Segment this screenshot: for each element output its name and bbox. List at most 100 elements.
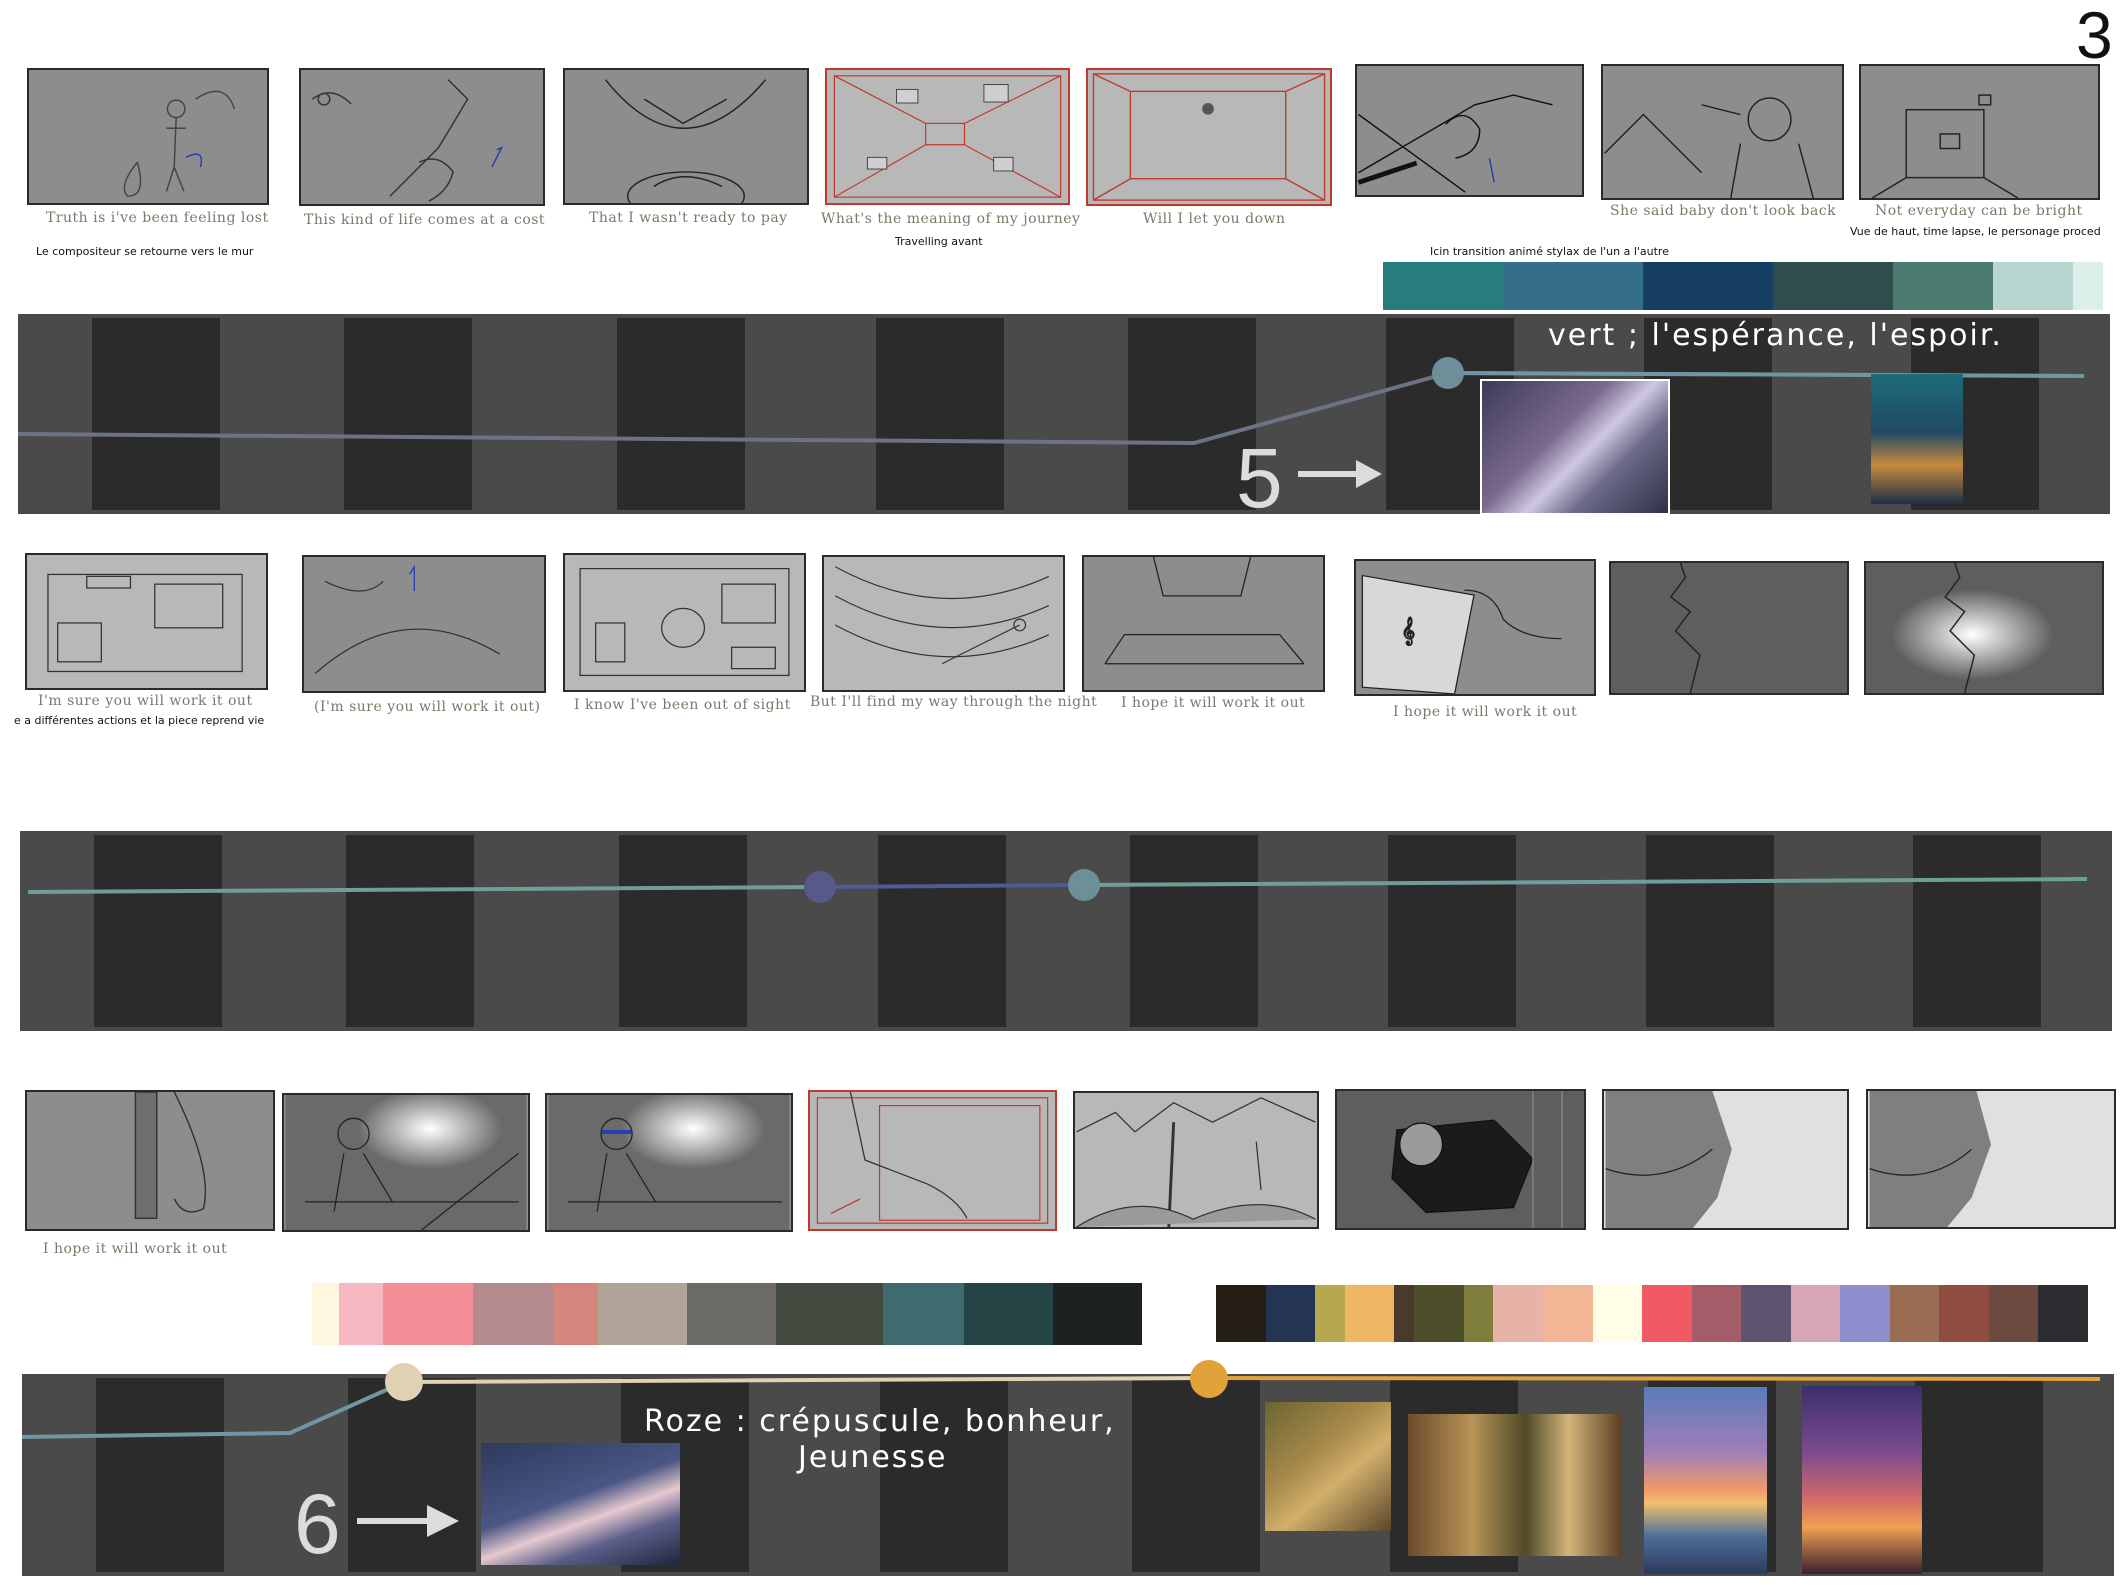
storyboard-frame-11[interactable] [563, 553, 806, 692]
storyboard-frame-15[interactable] [1609, 561, 1849, 695]
act-number-6: 6 [294, 1477, 341, 1571]
palette-swatch [1463, 1285, 1494, 1342]
note-compositeur: Le compositeur se retourne vers le mur [36, 245, 254, 258]
caption-7: Not everyday can be bright [1875, 203, 2083, 219]
page-number: 3 [2076, 0, 2113, 72]
palette-swatch [1315, 1285, 1345, 1342]
reference-image-sunset-tree[interactable] [1802, 1386, 1922, 1574]
caption-13: I hope it will work it out [1393, 704, 1578, 720]
timeline-node[interactable] [1432, 357, 1464, 389]
reference-image-forest-characters[interactable] [1265, 1402, 1391, 1531]
storyboard-frame-23[interactable] [1602, 1089, 1849, 1230]
caption-8: I'm sure you will work it out [38, 693, 253, 709]
note-vue: Vue de haut, time lapse, le personage pr… [1850, 225, 2101, 238]
palette-swatch [1216, 1285, 1266, 1342]
storyboard-frame-1[interactable] [27, 68, 269, 205]
reference-image-guitar-room[interactable] [481, 1443, 680, 1565]
storyboard-frame-16[interactable] [1864, 561, 2104, 695]
palette-swatch [1643, 262, 1773, 310]
storyboard-frame-24[interactable] [1866, 1089, 2116, 1229]
note-transition: Icin transition animé stylax de l'un a l… [1430, 245, 1669, 258]
caption-11: But I'll find my way through the night [810, 694, 1098, 710]
reference-image-underwater[interactable] [1871, 374, 1963, 504]
palette-swatch [2038, 1285, 2089, 1342]
theme-text-roze-2: Jeunesse [798, 1440, 948, 1475]
storyboard-frame-2[interactable] [299, 68, 545, 206]
palette-swatch [963, 1283, 1053, 1345]
caption-6: She said baby don't look back [1610, 203, 1837, 219]
storyboard-frame-19[interactable] [545, 1093, 793, 1232]
palette-swatch [1691, 1285, 1742, 1342]
caption-10: I know I've been out of sight [574, 697, 791, 713]
storyboard-frame-18[interactable] [282, 1093, 530, 1232]
arrow-right-icon [357, 1505, 459, 1537]
timeline-band-2 [20, 831, 2112, 1031]
palette-warm [1216, 1285, 2089, 1342]
palette-swatch [1790, 1285, 1841, 1342]
storyboard-frame-6[interactable] [1355, 64, 1584, 197]
storyboard-frame-20[interactable] [808, 1090, 1057, 1231]
caption-9: (I'm sure you will work it out) [314, 699, 541, 715]
arrow-right-icon [1298, 460, 1382, 488]
palette-swatch [1394, 1285, 1415, 1342]
storyboard-frame-9[interactable] [25, 553, 268, 690]
storyboard-frame-5[interactable] [1086, 68, 1332, 206]
palette-rose [312, 1283, 1143, 1345]
palette-swatch [1414, 1285, 1464, 1342]
palette-swatch [1993, 262, 2073, 310]
storyboard-frame-4[interactable] [825, 68, 1070, 205]
note-actions: e a différentes actions et la piece repr… [14, 714, 265, 727]
palette-swatch [552, 1283, 598, 1345]
storyboard-frame-17[interactable] [25, 1090, 275, 1231]
storyboard-frame-3[interactable] [563, 68, 809, 205]
palette-swatch [1773, 262, 1893, 310]
reference-image-sunset-sea[interactable] [1644, 1387, 1767, 1574]
palette-swatch [1893, 262, 1993, 310]
palette-swatch [1265, 1285, 1316, 1342]
palette-swatch [686, 1283, 777, 1345]
timeline-node[interactable] [385, 1363, 423, 1401]
palette-swatch [1383, 262, 1503, 310]
storyboard-frame-7[interactable] [1601, 64, 1844, 200]
timeline-node[interactable] [1068, 869, 1100, 901]
palette-swatch [883, 1283, 964, 1345]
caption-4: What's the meaning of my journey [821, 211, 1081, 227]
storyboard-frame-13[interactable] [1082, 555, 1325, 692]
palette-swatch [1988, 1285, 2039, 1342]
caption-1: Truth is i've been feeling lost [46, 210, 269, 226]
caption-2: This kind of life comes at a cost [304, 212, 546, 228]
palette-swatch [1592, 1285, 1643, 1342]
storyboard-frame-22[interactable] [1335, 1089, 1586, 1230]
palette-swatch [472, 1283, 553, 1345]
palette-swatch [1840, 1285, 1890, 1342]
palette-swatch [1741, 1285, 1791, 1342]
timeline-nodes-3 [385, 1360, 1228, 1401]
caption-12: I hope it will work it out [1121, 695, 1306, 711]
timeline-node[interactable] [1190, 1360, 1228, 1398]
storyboard-frame-10[interactable] [302, 555, 546, 693]
palette-swatch [776, 1283, 884, 1345]
palette-swatch [1052, 1283, 1143, 1345]
caption-3: That I wasn't ready to pay [589, 210, 788, 226]
reference-image-bedroom[interactable] [1480, 379, 1670, 514]
storyboard-frame-12[interactable] [822, 555, 1065, 692]
timeline-band-1: vert ; l'espérance, l'espoir. 5 [18, 314, 2110, 514]
storyboard-frame-8[interactable] [1859, 64, 2100, 200]
timeline-line-2 [27, 869, 2088, 903]
storyboard-frame-21[interactable] [1073, 1091, 1319, 1229]
storyboard-frame-14[interactable]: 𝄞 [1354, 559, 1596, 696]
palette-swatch [1642, 1285, 1692, 1342]
palette-swatch [1493, 1285, 1544, 1342]
palette-swatch [1344, 1285, 1395, 1342]
caption-14: I hope it will work it out [43, 1241, 228, 1257]
svg-text:𝄞: 𝄞 [1401, 618, 1415, 646]
act-number-5: 5 [1236, 431, 1283, 514]
reference-image-forest[interactable] [1408, 1414, 1622, 1556]
theme-text-vert: vert ; l'espérance, l'espoir. [1548, 318, 2003, 353]
palette-swatch [312, 1283, 339, 1345]
palette-green [1383, 262, 2103, 310]
palette-swatch [1889, 1285, 1940, 1342]
caption-5: Will I let you down [1143, 211, 1286, 227]
palette-swatch [1503, 262, 1643, 310]
timeline-node[interactable] [804, 871, 836, 903]
